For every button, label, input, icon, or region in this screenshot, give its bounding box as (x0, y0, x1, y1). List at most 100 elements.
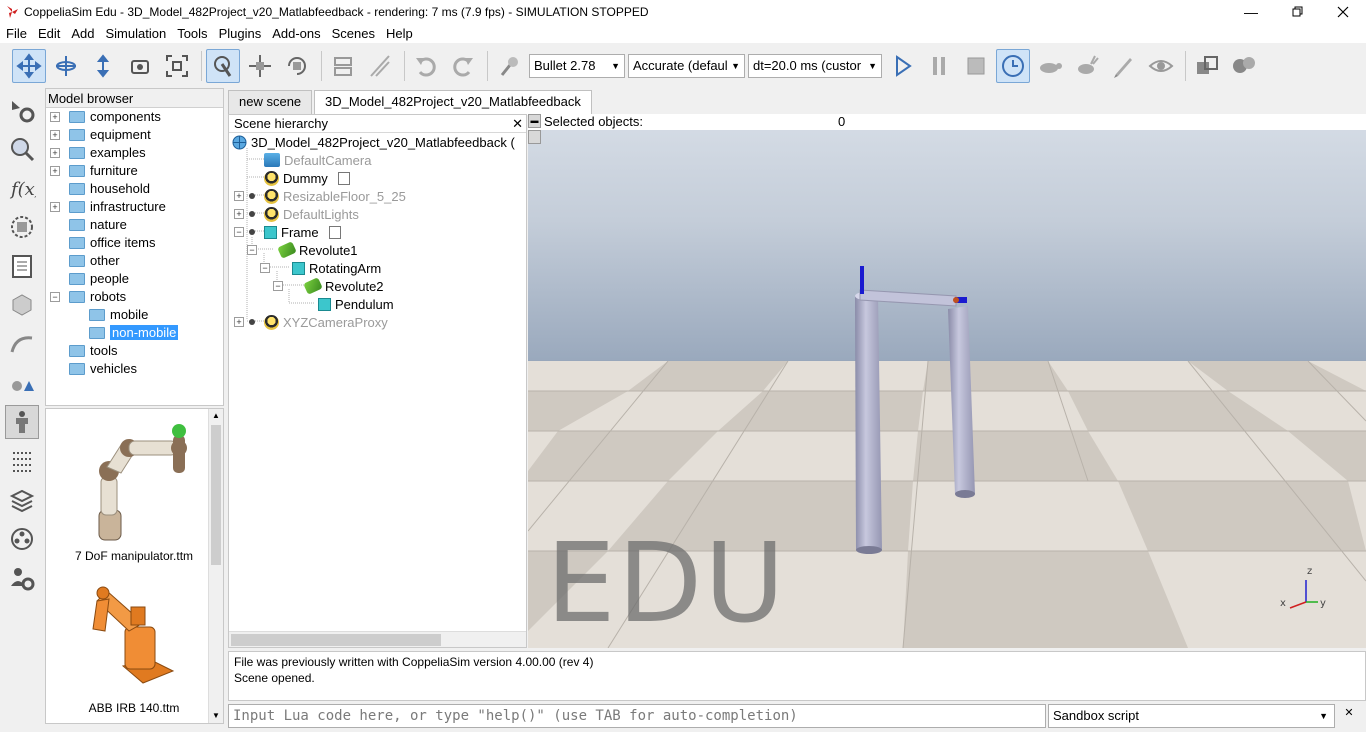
expand-icon[interactable]: + (50, 202, 60, 212)
scroll-down-icon[interactable]: ▼ (209, 709, 223, 723)
visibility-dot-icon[interactable] (249, 319, 255, 325)
model-folder-item[interactable]: + examples (46, 144, 223, 162)
script-icon[interactable] (328, 225, 341, 239)
faster-icon[interactable] (1070, 49, 1104, 83)
collapse-icon[interactable]: − (50, 292, 60, 302)
model-folder-item[interactable]: non-mobile (46, 324, 223, 342)
realtime-icon[interactable] (996, 48, 1030, 83)
model-folder-item[interactable]: + furniture (46, 162, 223, 180)
model-icon[interactable] (5, 288, 39, 322)
menu-scenes[interactable]: Scenes (326, 26, 380, 41)
script-icon[interactable] (337, 171, 350, 185)
model-folder-item[interactable]: + equipment (46, 126, 223, 144)
visibility-dot-icon[interactable] (249, 211, 255, 217)
accuracy-select[interactable]: Accurate (defaul ▼ (628, 53, 745, 78)
scroll-up-icon[interactable]: ▲ (209, 409, 223, 423)
model-folder-item[interactable]: + components (46, 108, 223, 126)
collapse-icon[interactable]: − (273, 281, 283, 291)
expand-icon[interactable]: + (234, 317, 244, 327)
path-icon[interactable] (5, 327, 39, 361)
model-folder-item[interactable]: + infrastructure (46, 198, 223, 216)
thread-rendering-icon[interactable] (1107, 49, 1141, 83)
script-selector[interactable]: Sandbox script ▼ (1048, 704, 1335, 728)
menu-tools[interactable]: Tools (171, 26, 212, 41)
expand-icon[interactable]: + (50, 148, 60, 158)
camera-angle-icon[interactable] (123, 49, 157, 83)
zoom-icon[interactable] (5, 132, 39, 166)
hierarchy-item[interactable]: ResizableFloor_5_25 (264, 187, 406, 205)
hierarchy-item[interactable]: Pendulum (318, 295, 394, 313)
camera-shift-icon[interactable] (86, 49, 120, 83)
slower-icon[interactable] (1033, 49, 1067, 83)
menu-help[interactable]: Help (380, 26, 418, 41)
model-folder-item[interactable]: vehicles (46, 360, 223, 378)
hierarchy-root[interactable]: 3D_Model_482Project_v20_Matlabfeedback ( (232, 133, 515, 151)
hierarchy-item[interactable]: Revolute2 (303, 277, 384, 295)
tab-new-scene[interactable]: new scene (228, 90, 313, 114)
timestep-select[interactable]: dt=20.0 ms (custor ▼ (748, 53, 882, 78)
hierarchy-hscrollbar[interactable] (229, 631, 526, 647)
hierarchy-item[interactable]: XYZCameraProxy (264, 313, 388, 331)
collapse-icon[interactable]: − (234, 227, 244, 237)
expand-icon[interactable]: + (50, 166, 60, 176)
hierarchy-item[interactable]: DefaultCamera (264, 151, 371, 169)
camera-fit-icon[interactable] (160, 49, 194, 83)
redo-icon[interactable] (446, 49, 480, 83)
robot-icon[interactable] (5, 405, 39, 439)
layers-icon[interactable] (5, 483, 39, 517)
object-rotate-icon[interactable] (280, 49, 314, 83)
close-icon[interactable] (1320, 0, 1366, 23)
hierarchy-item[interactable]: RotatingArm (292, 259, 381, 277)
thumbnail-scrollbar[interactable]: ▲ ▼ (208, 409, 223, 723)
pause-icon[interactable] (922, 49, 956, 83)
menu-simulation[interactable]: Simulation (100, 26, 172, 41)
hierarchy-item[interactable]: Revolute1 (277, 241, 358, 259)
collapse-icon[interactable]: − (260, 263, 270, 273)
model-thumbnail-abb[interactable]: ABB IRB 140.ttm (58, 571, 208, 721)
shape-edit-icon[interactable] (5, 210, 39, 244)
dynamic-content-icon[interactable] (492, 49, 526, 83)
primitives-icon[interactable] (5, 366, 39, 400)
hierarchy-item[interactable]: DefaultLights (264, 205, 359, 223)
visualization-icon[interactable] (1144, 49, 1178, 83)
collapse-icon[interactable]: − (247, 245, 257, 255)
model-folder-item[interactable]: people (46, 270, 223, 288)
menu-edit[interactable]: Edit (32, 26, 65, 41)
hierarchy-item[interactable]: Dummy (264, 169, 350, 187)
physics-engine-select[interactable]: Bullet 2.78 ▼ (529, 53, 625, 78)
hierarchy-item[interactable]: Frame (264, 223, 341, 241)
stop-icon[interactable] (959, 49, 993, 83)
selection-icon[interactable] (5, 444, 39, 478)
play-icon[interactable] (885, 49, 919, 83)
video-icon[interactable] (5, 522, 39, 556)
model-folder-item[interactable]: mobile (46, 306, 223, 324)
user-settings-icon[interactable] (5, 561, 39, 595)
model-folder-item[interactable]: nature (46, 216, 223, 234)
model-folder-item[interactable]: household (46, 180, 223, 198)
expand-icon[interactable]: + (50, 112, 60, 122)
close-icon[interactable]: ✕ (1342, 706, 1356, 722)
menu-addons[interactable]: Add-ons (266, 26, 325, 41)
model-folder-item[interactable]: office items (46, 234, 223, 252)
scene-page-icon[interactable] (1190, 49, 1224, 83)
visibility-dot-icon[interactable] (249, 229, 255, 235)
model-thumbnail-7dof[interactable]: 7 DoF manipulator.ttm (58, 415, 208, 565)
camera-pan-icon[interactable] (12, 48, 46, 83)
click-select-icon[interactable] (206, 48, 240, 83)
minimize-icon[interactable]: — (1228, 0, 1274, 23)
tab-current-scene[interactable]: 3D_Model_482Project_v20_Matlabfeedback (314, 90, 592, 115)
object-shift-icon[interactable] (243, 49, 277, 83)
page-icon[interactable] (5, 249, 39, 283)
close-icon[interactable]: ✕ (512, 115, 523, 132)
menu-plugins[interactable]: Plugins (213, 26, 267, 41)
model-folder-item[interactable]: − robots (46, 288, 223, 306)
visibility-dot-icon[interactable] (249, 193, 255, 199)
menu-add[interactable]: Add (65, 26, 99, 41)
restore-icon[interactable] (1274, 0, 1320, 23)
expand-icon[interactable]: + (234, 191, 244, 201)
scene-viewport[interactable]: ▬ Selected objects: 0 EDU z x y (528, 114, 1366, 648)
expand-icon[interactable]: + (234, 209, 244, 219)
transfer-dna-icon[interactable] (363, 49, 397, 83)
scene-selection-icon[interactable] (1227, 49, 1261, 83)
camera-rotate-icon[interactable] (49, 49, 83, 83)
